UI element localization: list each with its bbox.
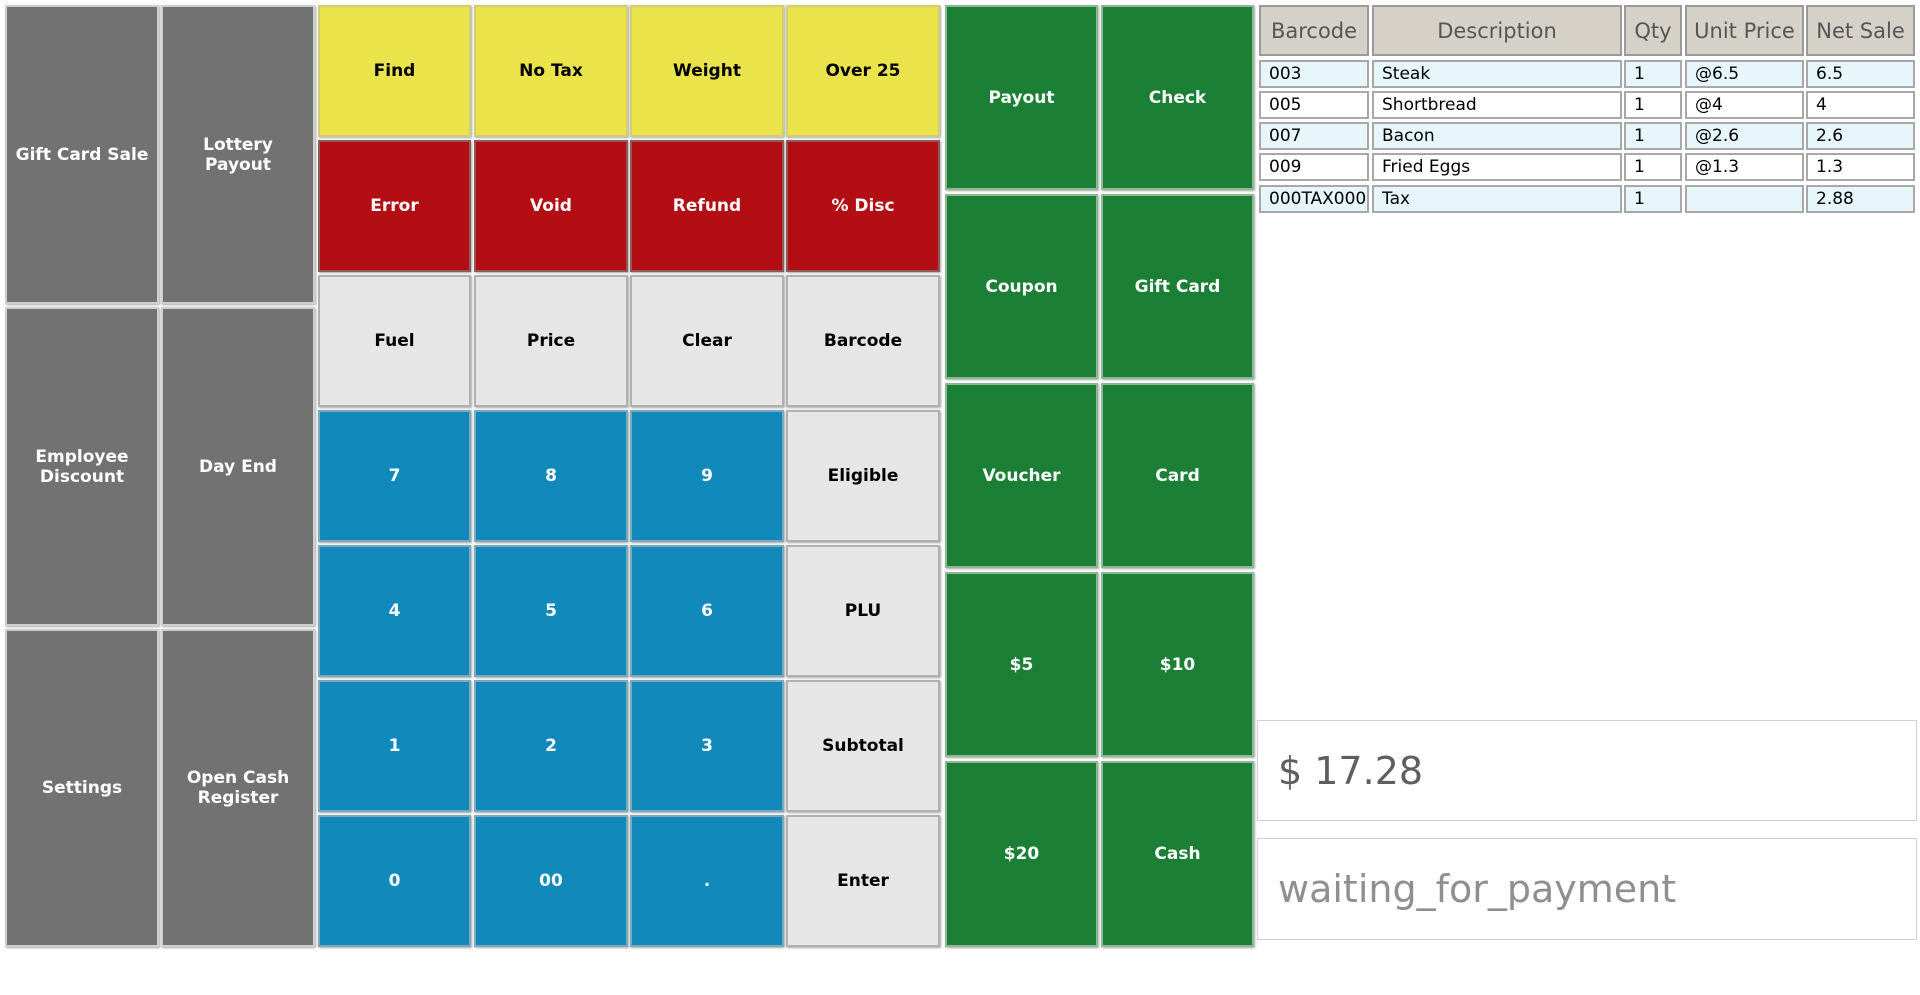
- payout-button[interactable]: Payout: [945, 5, 1098, 190]
- coupon-button[interactable]: Coupon: [945, 194, 1098, 379]
- cash-button[interactable]: Cash: [1101, 761, 1254, 947]
- column-header-description: Description: [1372, 5, 1622, 56]
- table-row-description: Steak: [1372, 60, 1622, 88]
- five-dollar-button[interactable]: $5: [945, 572, 1098, 757]
- weight-button[interactable]: Weight: [630, 5, 784, 137]
- table-row-net-sale: 6.5: [1806, 60, 1915, 88]
- void-button[interactable]: Void: [474, 140, 628, 272]
- day-end-button[interactable]: Day End: [161, 307, 315, 626]
- total-amount-display: $ 17.28: [1257, 720, 1917, 821]
- barcode-button[interactable]: Barcode: [786, 275, 940, 407]
- decimal-point-button[interactable]: .: [630, 815, 784, 947]
- digit-2-button[interactable]: 2: [474, 680, 628, 812]
- digit-6-button[interactable]: 6: [630, 545, 784, 677]
- subtotal-button[interactable]: Subtotal: [786, 680, 940, 812]
- table-row-qty: 1: [1624, 122, 1682, 150]
- table-row-net-sale: 4: [1806, 91, 1915, 119]
- clear-button[interactable]: Clear: [630, 275, 784, 407]
- check-button[interactable]: Check: [1101, 5, 1254, 190]
- table-row-description: Shortbread: [1372, 91, 1622, 119]
- digit-5-button[interactable]: 5: [474, 545, 628, 677]
- settings-button[interactable]: Settings: [5, 629, 159, 947]
- table-row-unit-price: @1.3: [1685, 153, 1804, 181]
- status-display: waiting_for_payment: [1257, 838, 1917, 940]
- voucher-button[interactable]: Voucher: [945, 383, 1098, 568]
- employee-discount-button[interactable]: Employee Discount: [5, 307, 159, 626]
- table-row-net-sale: 2.88: [1806, 185, 1915, 213]
- refund-button[interactable]: Refund: [630, 140, 784, 272]
- table-row-barcode: 005: [1259, 91, 1369, 119]
- lottery-payout-button[interactable]: Lottery Payout: [161, 5, 315, 304]
- table-row-net-sale: 1.3: [1806, 153, 1915, 181]
- digit-7-button[interactable]: 7: [318, 410, 471, 542]
- find-button[interactable]: Find: [318, 5, 471, 137]
- table-row-unit-price: @4: [1685, 91, 1804, 119]
- table-row-qty: 1: [1624, 153, 1682, 181]
- gift-card-button[interactable]: Gift Card: [1101, 194, 1254, 379]
- price-button[interactable]: Price: [474, 275, 628, 407]
- column-header-net-sale: Net Sale: [1806, 5, 1915, 56]
- digit-1-button[interactable]: 1: [318, 680, 471, 812]
- enter-button[interactable]: Enter: [786, 815, 940, 947]
- table-row-barcode: 000TAX000: [1259, 185, 1369, 213]
- column-header-unit-price: Unit Price: [1685, 5, 1804, 56]
- column-header-qty: Qty: [1624, 5, 1682, 56]
- table-row-net-sale: 2.6: [1806, 122, 1915, 150]
- table-row-barcode: 007: [1259, 122, 1369, 150]
- twenty-dollar-button[interactable]: $20: [945, 761, 1098, 947]
- table-row-description: Tax: [1372, 185, 1622, 213]
- digit-9-button[interactable]: 9: [630, 410, 784, 542]
- double-zero-button[interactable]: 00: [474, 815, 628, 947]
- eligible-button[interactable]: Eligible: [786, 410, 940, 542]
- table-row-qty: 1: [1624, 60, 1682, 88]
- table-row-description: Bacon: [1372, 122, 1622, 150]
- table-row-description: Fried Eggs: [1372, 153, 1622, 181]
- table-row-unit-price: @2.6: [1685, 122, 1804, 150]
- digit-0-button[interactable]: 0: [318, 815, 471, 947]
- table-row-barcode: 009: [1259, 153, 1369, 181]
- fuel-button[interactable]: Fuel: [318, 275, 471, 407]
- over-25-button[interactable]: Over 25: [786, 5, 940, 137]
- table-row-qty: 1: [1624, 185, 1682, 213]
- table-row-qty: 1: [1624, 91, 1682, 119]
- open-cash-register-button[interactable]: Open Cash Register: [161, 629, 315, 947]
- column-header-barcode: Barcode: [1259, 5, 1369, 56]
- digit-8-button[interactable]: 8: [474, 410, 628, 542]
- card-button[interactable]: Card: [1101, 383, 1254, 568]
- digit-3-button[interactable]: 3: [630, 680, 784, 812]
- gift-card-sale-button[interactable]: Gift Card Sale: [5, 5, 159, 304]
- table-row-unit-price: @6.5: [1685, 60, 1804, 88]
- percent-discount-button[interactable]: % Disc: [786, 140, 940, 272]
- no-tax-button[interactable]: No Tax: [474, 5, 628, 137]
- error-button[interactable]: Error: [318, 140, 471, 272]
- table-row-barcode: 003: [1259, 60, 1369, 88]
- table-row-unit-price: [1685, 185, 1804, 213]
- digit-4-button[interactable]: 4: [318, 545, 471, 677]
- plu-button[interactable]: PLU: [786, 545, 940, 677]
- ten-dollar-button[interactable]: $10: [1101, 572, 1254, 757]
